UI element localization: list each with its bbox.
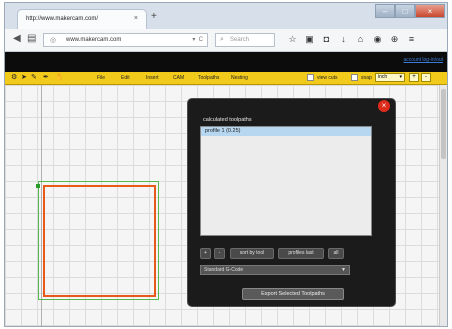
node-tool-icon[interactable]: ✎: [31, 73, 37, 83]
url-text: www.makercam.com: [66, 37, 122, 43]
search-icon: ⌕: [220, 36, 224, 43]
gear-icon[interactable]: ⚙: [11, 73, 17, 83]
chevron-down-icon: ▼: [341, 267, 346, 273]
app-header: account log-in/out: [5, 52, 447, 72]
postprocessor-select[interactable]: Standard G-Code ▼: [200, 265, 350, 275]
tab-title: http://www.makercam.com/: [26, 16, 99, 22]
account-link[interactable]: account log-in/out: [404, 57, 443, 63]
snap-checkbox[interactable]: [351, 74, 358, 81]
profiles-last-button[interactable]: profiles last: [278, 248, 324, 259]
bookmark-star-icon[interactable]: ☆: [287, 33, 298, 45]
path-start-marker: [36, 184, 40, 188]
pen-tool-icon[interactable]: ✒: [43, 73, 49, 83]
app-toolbar: ⚙ ➤ ✎ ✒ ✋ File Edit Insert CAM Toolpaths…: [5, 72, 447, 85]
menu-insert[interactable]: Insert: [146, 74, 159, 82]
move-down-button[interactable]: -: [214, 248, 225, 259]
toolpath-profile[interactable]: [43, 185, 156, 297]
scrollbar-thumb[interactable]: [441, 89, 446, 159]
download-icon[interactable]: ↓: [338, 33, 349, 45]
home-icon[interactable]: ⌂: [355, 33, 366, 45]
toolbar-icons: ☆ ▣ ◘ ↓ ⌂ ◉ ⊕ ≡: [287, 33, 417, 45]
list-item[interactable]: profile 1 (0.25): [201, 127, 371, 136]
globe-icon: ◎: [50, 37, 57, 44]
move-up-button[interactable]: +: [200, 248, 211, 259]
identity-icon[interactable]: ▤: [27, 33, 36, 45]
reading-list-icon[interactable]: ▣: [304, 33, 315, 45]
search-placeholder: Search: [230, 37, 250, 43]
navigation-bar: ◀ ▤ ◎ www.makercam.com ▾ C ⌕ Search ☆ ▣ …: [5, 29, 447, 52]
sort-by-tool-button[interactable]: sort by tool: [230, 248, 274, 259]
menu-icon[interactable]: ≡: [406, 33, 417, 45]
view-cuts-label: view cuts: [317, 75, 338, 81]
back-icon[interactable]: ◀: [13, 33, 21, 45]
addon-icon[interactable]: ⊕: [389, 33, 400, 45]
dialog-title: calculated toolpaths: [203, 117, 252, 123]
view-cuts-checkbox[interactable]: [307, 74, 314, 81]
unit-value: inch: [378, 74, 388, 80]
chevron-down-icon: ▾: [399, 74, 402, 80]
search-input[interactable]: ⌕ Search: [215, 33, 275, 47]
snap-label: snap: [361, 75, 372, 81]
menu-cam[interactable]: CAM: [173, 74, 184, 82]
url-bar[interactable]: ◎ www.makercam.com ▾ C: [43, 33, 208, 47]
window-controls: – □ ×: [375, 4, 445, 18]
menu-nesting[interactable]: Nesting: [231, 74, 248, 82]
hand-tool-icon[interactable]: ✋: [55, 73, 64, 83]
pocket-icon[interactable]: ◘: [321, 33, 332, 45]
title-bar: http://www.makercam.com/ × + – □ ×: [5, 3, 447, 29]
vertical-scrollbar[interactable]: [439, 85, 447, 326]
browser-tab[interactable]: http://www.makercam.com/ ×: [17, 9, 147, 29]
select-all-button[interactable]: all: [328, 248, 344, 259]
zoom-in-button[interactable]: +: [409, 73, 419, 82]
minimize-button[interactable]: –: [375, 4, 395, 18]
menu-file[interactable]: File: [97, 74, 105, 82]
export-toolpaths-button[interactable]: Export Selected Toolpaths: [242, 288, 344, 300]
toolpath-list[interactable]: profile 1 (0.25): [200, 126, 372, 236]
menu-toolpaths[interactable]: Toolpaths: [198, 74, 219, 82]
chat-icon[interactable]: ◉: [372, 33, 383, 45]
close-window-button[interactable]: ×: [415, 4, 445, 18]
zoom-out-button[interactable]: -: [421, 73, 431, 82]
unit-select[interactable]: inch ▾: [375, 73, 405, 82]
reload-icon[interactable]: ▾ C: [192, 36, 203, 43]
pointer-tool-icon[interactable]: ➤: [21, 73, 27, 83]
postprocessor-value: Standard G-Code: [204, 267, 244, 273]
menu-edit[interactable]: Edit: [121, 74, 130, 82]
new-tab-button[interactable]: +: [151, 12, 157, 22]
tab-close-icon[interactable]: ×: [134, 15, 138, 22]
dialog-close-button[interactable]: ×: [378, 100, 390, 112]
maximize-button[interactable]: □: [395, 4, 415, 18]
